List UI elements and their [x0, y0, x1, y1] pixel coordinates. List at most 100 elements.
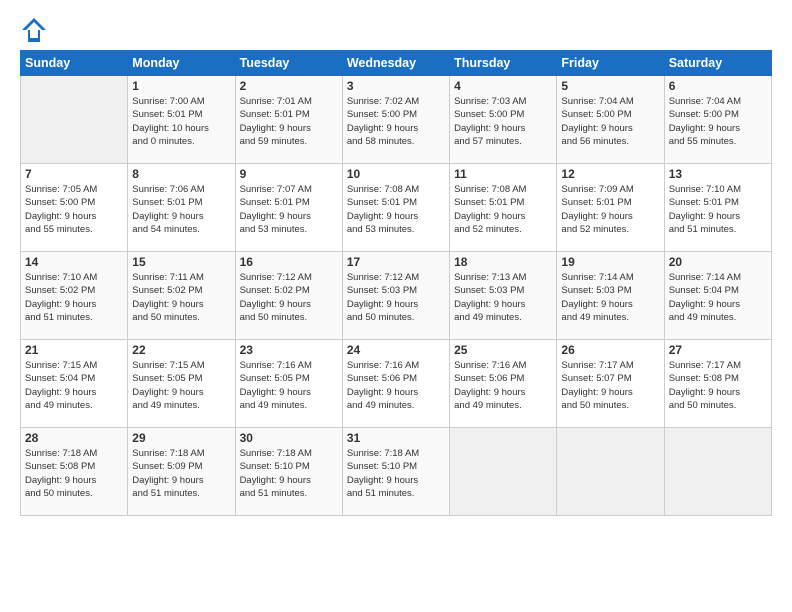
day-number: 10: [347, 167, 445, 181]
day-number: 26: [561, 343, 659, 357]
day-number: 22: [132, 343, 230, 357]
day-info: Sunrise: 7:13 AMSunset: 5:03 PMDaylight:…: [454, 271, 552, 324]
day-header-tuesday: Tuesday: [235, 51, 342, 76]
calendar-cell: 14 Sunrise: 7:10 AMSunset: 5:02 PMDayligh…: [21, 252, 128, 340]
day-info: Sunrise: 7:16 AMSunset: 5:06 PMDaylight:…: [454, 359, 552, 412]
day-info: Sunrise: 7:18 AMSunset: 5:09 PMDaylight:…: [132, 447, 230, 500]
day-number: 30: [240, 431, 338, 445]
calendar-cell: 18 Sunrise: 7:13 AMSunset: 5:03 PMDayligh…: [450, 252, 557, 340]
day-info: Sunrise: 7:18 AMSunset: 5:08 PMDaylight:…: [25, 447, 123, 500]
day-number: 6: [669, 79, 767, 93]
day-info: Sunrise: 7:06 AMSunset: 5:01 PMDaylight:…: [132, 183, 230, 236]
day-info: Sunrise: 7:10 AMSunset: 5:02 PMDaylight:…: [25, 271, 123, 324]
logo: [20, 16, 50, 44]
day-number: 17: [347, 255, 445, 269]
calendar-cell: 12 Sunrise: 7:09 AMSunset: 5:01 PMDayligh…: [557, 164, 664, 252]
calendar-cell: 29 Sunrise: 7:18 AMSunset: 5:09 PMDayligh…: [128, 428, 235, 516]
calendar-cell: 17 Sunrise: 7:12 AMSunset: 5:03 PMDayligh…: [342, 252, 449, 340]
day-number: 14: [25, 255, 123, 269]
day-number: 12: [561, 167, 659, 181]
day-info: Sunrise: 7:12 AMSunset: 5:03 PMDaylight:…: [347, 271, 445, 324]
calendar-cell: 28 Sunrise: 7:18 AMSunset: 5:08 PMDayligh…: [21, 428, 128, 516]
week-row-4: 21 Sunrise: 7:15 AMSunset: 5:04 PMDayligh…: [21, 340, 772, 428]
calendar-cell: 31Sunrise: 7:18 AMSunset: 5:10 PMDayligh…: [342, 428, 449, 516]
day-info: Sunrise: 7:07 AMSunset: 5:01 PMDaylight:…: [240, 183, 338, 236]
calendar-cell: 1 Sunrise: 7:00 AMSunset: 5:01 PMDaylight…: [128, 76, 235, 164]
day-header-saturday: Saturday: [664, 51, 771, 76]
day-number: 13: [669, 167, 767, 181]
day-number: 15: [132, 255, 230, 269]
week-row-5: 28 Sunrise: 7:18 AMSunset: 5:08 PMDayligh…: [21, 428, 772, 516]
calendar-table: SundayMondayTuesdayWednesdayThursdayFrid…: [20, 50, 772, 516]
calendar-cell: 15 Sunrise: 7:11 AMSunset: 5:02 PMDayligh…: [128, 252, 235, 340]
day-number: 11: [454, 167, 552, 181]
calendar-body: 1 Sunrise: 7:00 AMSunset: 5:01 PMDaylight…: [21, 76, 772, 516]
calendar-cell: 13Sunrise: 7:10 AMSunset: 5:01 PMDayligh…: [664, 164, 771, 252]
calendar-cell: 21 Sunrise: 7:15 AMSunset: 5:04 PMDayligh…: [21, 340, 128, 428]
day-number: 23: [240, 343, 338, 357]
day-header-sunday: Sunday: [21, 51, 128, 76]
day-info: Sunrise: 7:15 AMSunset: 5:04 PMDaylight:…: [25, 359, 123, 412]
calendar-cell: 10Sunrise: 7:08 AMSunset: 5:01 PMDayligh…: [342, 164, 449, 252]
day-info: Sunrise: 7:18 AMSunset: 5:10 PMDaylight:…: [347, 447, 445, 500]
day-info: Sunrise: 7:05 AMSunset: 5:00 PMDaylight:…: [25, 183, 123, 236]
day-info: Sunrise: 7:17 AMSunset: 5:07 PMDaylight:…: [561, 359, 659, 412]
week-row-3: 14 Sunrise: 7:10 AMSunset: 5:02 PMDayligh…: [21, 252, 772, 340]
calendar-cell: 30 Sunrise: 7:18 AMSunset: 5:10 PMDayligh…: [235, 428, 342, 516]
day-number: 20: [669, 255, 767, 269]
header: [20, 16, 772, 44]
day-info: Sunrise: 7:14 AMSunset: 5:04 PMDaylight:…: [669, 271, 767, 324]
day-info: Sunrise: 7:04 AMSunset: 5:00 PMDaylight:…: [561, 95, 659, 148]
day-info: Sunrise: 7:12 AMSunset: 5:02 PMDaylight:…: [240, 271, 338, 324]
calendar-cell: 25Sunrise: 7:16 AMSunset: 5:06 PMDayligh…: [450, 340, 557, 428]
calendar-cell: 4 Sunrise: 7:03 AMSunset: 5:00 PMDaylight…: [450, 76, 557, 164]
day-info: Sunrise: 7:16 AMSunset: 5:06 PMDaylight:…: [347, 359, 445, 412]
day-info: Sunrise: 7:08 AMSunset: 5:01 PMDaylight:…: [454, 183, 552, 236]
calendar-header: SundayMondayTuesdayWednesdayThursdayFrid…: [21, 51, 772, 76]
day-info: Sunrise: 7:14 AMSunset: 5:03 PMDaylight:…: [561, 271, 659, 324]
calendar-cell: 5Sunrise: 7:04 AMSunset: 5:00 PMDaylight…: [557, 76, 664, 164]
calendar-cell: 2 Sunrise: 7:01 AMSunset: 5:01 PMDaylight…: [235, 76, 342, 164]
day-header-thursday: Thursday: [450, 51, 557, 76]
day-info: Sunrise: 7:18 AMSunset: 5:10 PMDaylight:…: [240, 447, 338, 500]
day-number: 21: [25, 343, 123, 357]
calendar-cell: 19 Sunrise: 7:14 AMSunset: 5:03 PMDayligh…: [557, 252, 664, 340]
week-row-2: 7Sunrise: 7:05 AMSunset: 5:00 PMDaylight…: [21, 164, 772, 252]
day-info: Sunrise: 7:04 AMSunset: 5:00 PMDaylight:…: [669, 95, 767, 148]
day-info: Sunrise: 7:02 AMSunset: 5:00 PMDaylight:…: [347, 95, 445, 148]
day-info: Sunrise: 7:15 AMSunset: 5:05 PMDaylight:…: [132, 359, 230, 412]
logo-icon: [20, 16, 48, 44]
day-info: Sunrise: 7:00 AMSunset: 5:01 PMDaylight:…: [132, 95, 230, 148]
calendar-cell: 23 Sunrise: 7:16 AMSunset: 5:05 PMDayligh…: [235, 340, 342, 428]
day-info: Sunrise: 7:09 AMSunset: 5:01 PMDaylight:…: [561, 183, 659, 236]
day-number: 29: [132, 431, 230, 445]
calendar-cell: 27 Sunrise: 7:17 AMSunset: 5:08 PMDayligh…: [664, 340, 771, 428]
calendar-cell: 7Sunrise: 7:05 AMSunset: 5:00 PMDaylight…: [21, 164, 128, 252]
day-info: Sunrise: 7:11 AMSunset: 5:02 PMDaylight:…: [132, 271, 230, 324]
day-number: 19: [561, 255, 659, 269]
day-header-monday: Monday: [128, 51, 235, 76]
calendar-cell: 3Sunrise: 7:02 AMSunset: 5:00 PMDaylight…: [342, 76, 449, 164]
calendar-cell: 6 Sunrise: 7:04 AMSunset: 5:00 PMDaylight…: [664, 76, 771, 164]
day-number: 1: [132, 79, 230, 93]
day-info: Sunrise: 7:01 AMSunset: 5:01 PMDaylight:…: [240, 95, 338, 148]
day-number: 27: [669, 343, 767, 357]
day-number: 16: [240, 255, 338, 269]
calendar-cell: 16 Sunrise: 7:12 AMSunset: 5:02 PMDayligh…: [235, 252, 342, 340]
calendar-cell: [21, 76, 128, 164]
day-number: 2: [240, 79, 338, 93]
day-number: 9: [240, 167, 338, 181]
calendar-cell: 9 Sunrise: 7:07 AMSunset: 5:01 PMDaylight…: [235, 164, 342, 252]
day-info: Sunrise: 7:03 AMSunset: 5:00 PMDaylight:…: [454, 95, 552, 148]
day-number: 28: [25, 431, 123, 445]
day-header-friday: Friday: [557, 51, 664, 76]
day-number: 24: [347, 343, 445, 357]
day-header-wednesday: Wednesday: [342, 51, 449, 76]
day-number: 18: [454, 255, 552, 269]
day-info: Sunrise: 7:17 AMSunset: 5:08 PMDaylight:…: [669, 359, 767, 412]
calendar-cell: [557, 428, 664, 516]
calendar-cell: 22 Sunrise: 7:15 AMSunset: 5:05 PMDayligh…: [128, 340, 235, 428]
day-number: 4: [454, 79, 552, 93]
calendar-cell: 11 Sunrise: 7:08 AMSunset: 5:01 PMDayligh…: [450, 164, 557, 252]
day-info: Sunrise: 7:16 AMSunset: 5:05 PMDaylight:…: [240, 359, 338, 412]
